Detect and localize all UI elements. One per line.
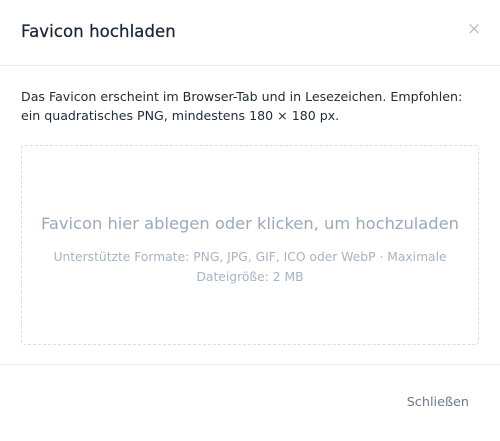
dropzone-hint: Unterstützte Formate: PNG, JPG, GIF, ICO… xyxy=(53,250,447,284)
close-icon[interactable]: × xyxy=(466,19,482,39)
dialog-footer: Schließen xyxy=(0,364,500,441)
close-button[interactable]: Schließen xyxy=(407,395,469,410)
dialog-title: Favicon hochladen xyxy=(21,22,176,41)
dialog-description: Das Favicon erscheint im Browser-Tab und… xyxy=(21,89,463,123)
dropzone-title: Favicon hier ablegen oder klicken, um ho… xyxy=(41,214,459,233)
favicon-dropzone[interactable]: Favicon hier ablegen oder klicken, um ho… xyxy=(21,145,479,345)
dialog-header: Favicon hochladen × xyxy=(0,0,500,66)
upload-favicon-dialog: Favicon hochladen × Das Favicon erschein… xyxy=(0,0,500,441)
dialog-body: Das Favicon erscheint im Browser-Tab und… xyxy=(0,66,500,364)
